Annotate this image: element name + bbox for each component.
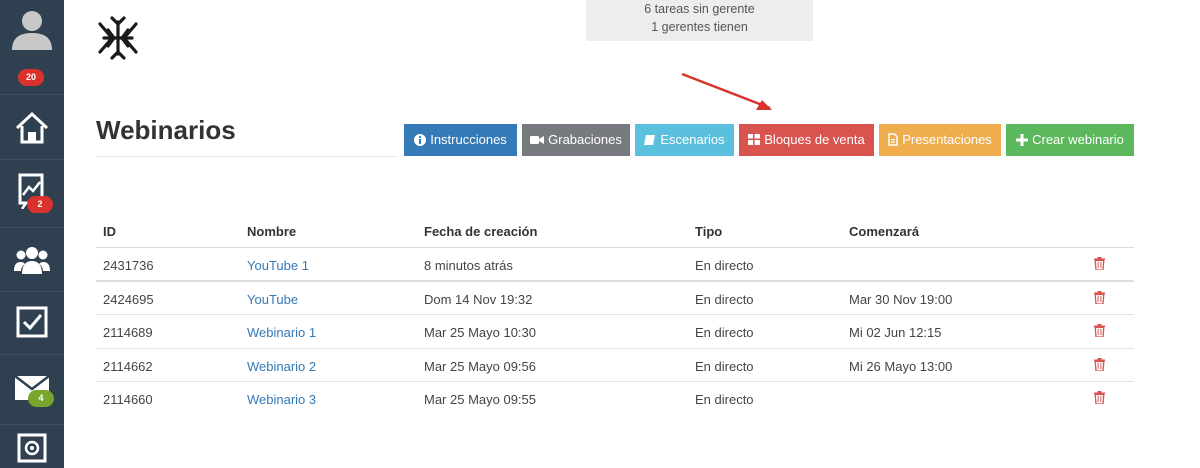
notification-badge: 20 — [18, 69, 44, 86]
title-divider — [96, 156, 396, 157]
sidebar-item-team[interactable] — [0, 228, 64, 292]
table-header: ID Nombre Fecha de creación Tipo Comenza… — [96, 214, 1134, 248]
header-starts[interactable]: Comenzará — [849, 224, 919, 239]
sidebar: 20 2 4 — [0, 0, 64, 468]
notice-line-2: 1 gerentes tienen — [651, 20, 748, 34]
create-webinar-button[interactable]: Crear webinario — [1006, 124, 1134, 156]
cell-id: 2114660 — [103, 392, 153, 408]
sidebar-item-profile[interactable]: 20 — [0, 0, 64, 95]
table-row: 2431736 YouTube 1 8 minutos atrás En dir… — [96, 248, 1134, 282]
sales-blocks-button[interactable]: Bloques de venta — [739, 124, 874, 156]
table-row: 2114662 Webinario 2 Mar 25 Mayo 09:56 En… — [96, 349, 1134, 383]
header-type[interactable]: Tipo — [695, 224, 722, 239]
cell-created: Mar 25 Mayo 09:56 — [424, 358, 537, 374]
webinar-link[interactable]: Webinario 2 — [247, 359, 316, 374]
brand-logo-icon — [98, 16, 138, 60]
trash-icon[interactable] — [1094, 391, 1105, 405]
sidebar-item-safe[interactable] — [0, 425, 64, 468]
team-icon — [14, 247, 50, 274]
scenarios-label: Escenarios — [660, 132, 725, 147]
cell-type: En directo — [695, 258, 754, 273]
info-icon — [414, 133, 427, 146]
sidebar-item-home[interactable] — [0, 95, 64, 160]
webinar-link[interactable]: YouTube 1 — [247, 258, 309, 273]
recordings-button[interactable]: Grabaciones — [522, 124, 630, 156]
table-row: 2114689 Webinario 1 Mar 25 Mayo 10:30 En… — [96, 315, 1134, 349]
cell-type: En directo — [695, 392, 754, 408]
trash-icon[interactable] — [1094, 257, 1105, 270]
webinars-table: ID Nombre Fecha de creación Tipo Comenza… — [96, 214, 1134, 416]
mail-badge: 4 — [28, 390, 54, 407]
recordings-label: Grabaciones — [548, 132, 622, 147]
webinar-link[interactable]: Webinario 3 — [247, 392, 316, 407]
reports-badge: 2 — [27, 196, 53, 213]
cell-id: 2424695 — [103, 291, 154, 307]
page-title: Webinarios — [96, 115, 236, 145]
cell-id: 2114662 — [103, 358, 153, 374]
table-row: 2424695 YouTube Dom 14 Nov 19:32 En dire… — [96, 282, 1134, 316]
instructions-label: Instrucciones — [430, 132, 507, 147]
unassigned-tasks-notice: 6 tareas sin gerente 1 gerentes tienen — [586, 0, 813, 41]
cell-type: En directo — [695, 291, 754, 307]
create-webinar-label: Crear webinario — [1032, 132, 1124, 147]
video-camera-icon — [530, 135, 545, 144]
file-icon — [888, 133, 898, 146]
cell-starts: Mi 02 Jun 12:15 — [849, 325, 942, 341]
trash-icon[interactable] — [1094, 290, 1105, 304]
trash-icon[interactable] — [1094, 324, 1105, 338]
cell-starts: Mar 30 Nov 19:00 — [849, 291, 953, 307]
safe-icon — [17, 433, 47, 463]
sidebar-item-mail[interactable]: 4 — [0, 355, 64, 425]
cell-id: 2431736 — [103, 258, 154, 273]
header-name[interactable]: Nombre — [247, 224, 296, 239]
user-avatar-icon — [12, 11, 52, 50]
trash-icon[interactable] — [1094, 357, 1105, 371]
presentations-button[interactable]: Presentaciones — [879, 124, 1001, 156]
cell-starts: Mi 26 Mayo 13:00 — [849, 358, 953, 374]
book-icon — [644, 134, 656, 145]
sidebar-item-tasks[interactable] — [0, 292, 64, 355]
grid-icon — [748, 134, 761, 146]
cell-type: En directo — [695, 358, 754, 374]
presentations-label: Presentaciones — [902, 132, 992, 147]
cell-created: Mar 25 Mayo 09:55 — [424, 392, 537, 408]
header-id[interactable]: ID — [103, 224, 116, 239]
checkbox-icon — [16, 306, 48, 338]
cell-type: En directo — [695, 325, 754, 341]
table-row: 2114660 Webinario 3 Mar 25 Mayo 09:55 En… — [96, 382, 1134, 416]
sidebar-item-reports[interactable]: 2 — [0, 160, 64, 228]
plus-icon — [1016, 133, 1029, 146]
cell-created: 8 minutos atrás — [424, 258, 513, 273]
webinar-link[interactable]: Webinario 1 — [247, 325, 316, 340]
cell-created: Mar 25 Mayo 10:30 — [424, 325, 537, 341]
scenarios-button[interactable]: Escenarios — [635, 124, 734, 156]
notice-line-1: 6 tareas sin gerente — [644, 2, 755, 16]
webinar-link[interactable]: YouTube — [247, 292, 298, 307]
red-arrow-annotation — [681, 72, 772, 110]
sales-blocks-label: Bloques de venta — [764, 132, 865, 147]
cell-created: Dom 14 Nov 19:32 — [424, 291, 533, 307]
home-icon — [15, 111, 49, 144]
instructions-button[interactable]: Instrucciones — [404, 124, 517, 156]
cell-id: 2114689 — [103, 325, 153, 341]
header-created[interactable]: Fecha de creación — [424, 224, 537, 239]
